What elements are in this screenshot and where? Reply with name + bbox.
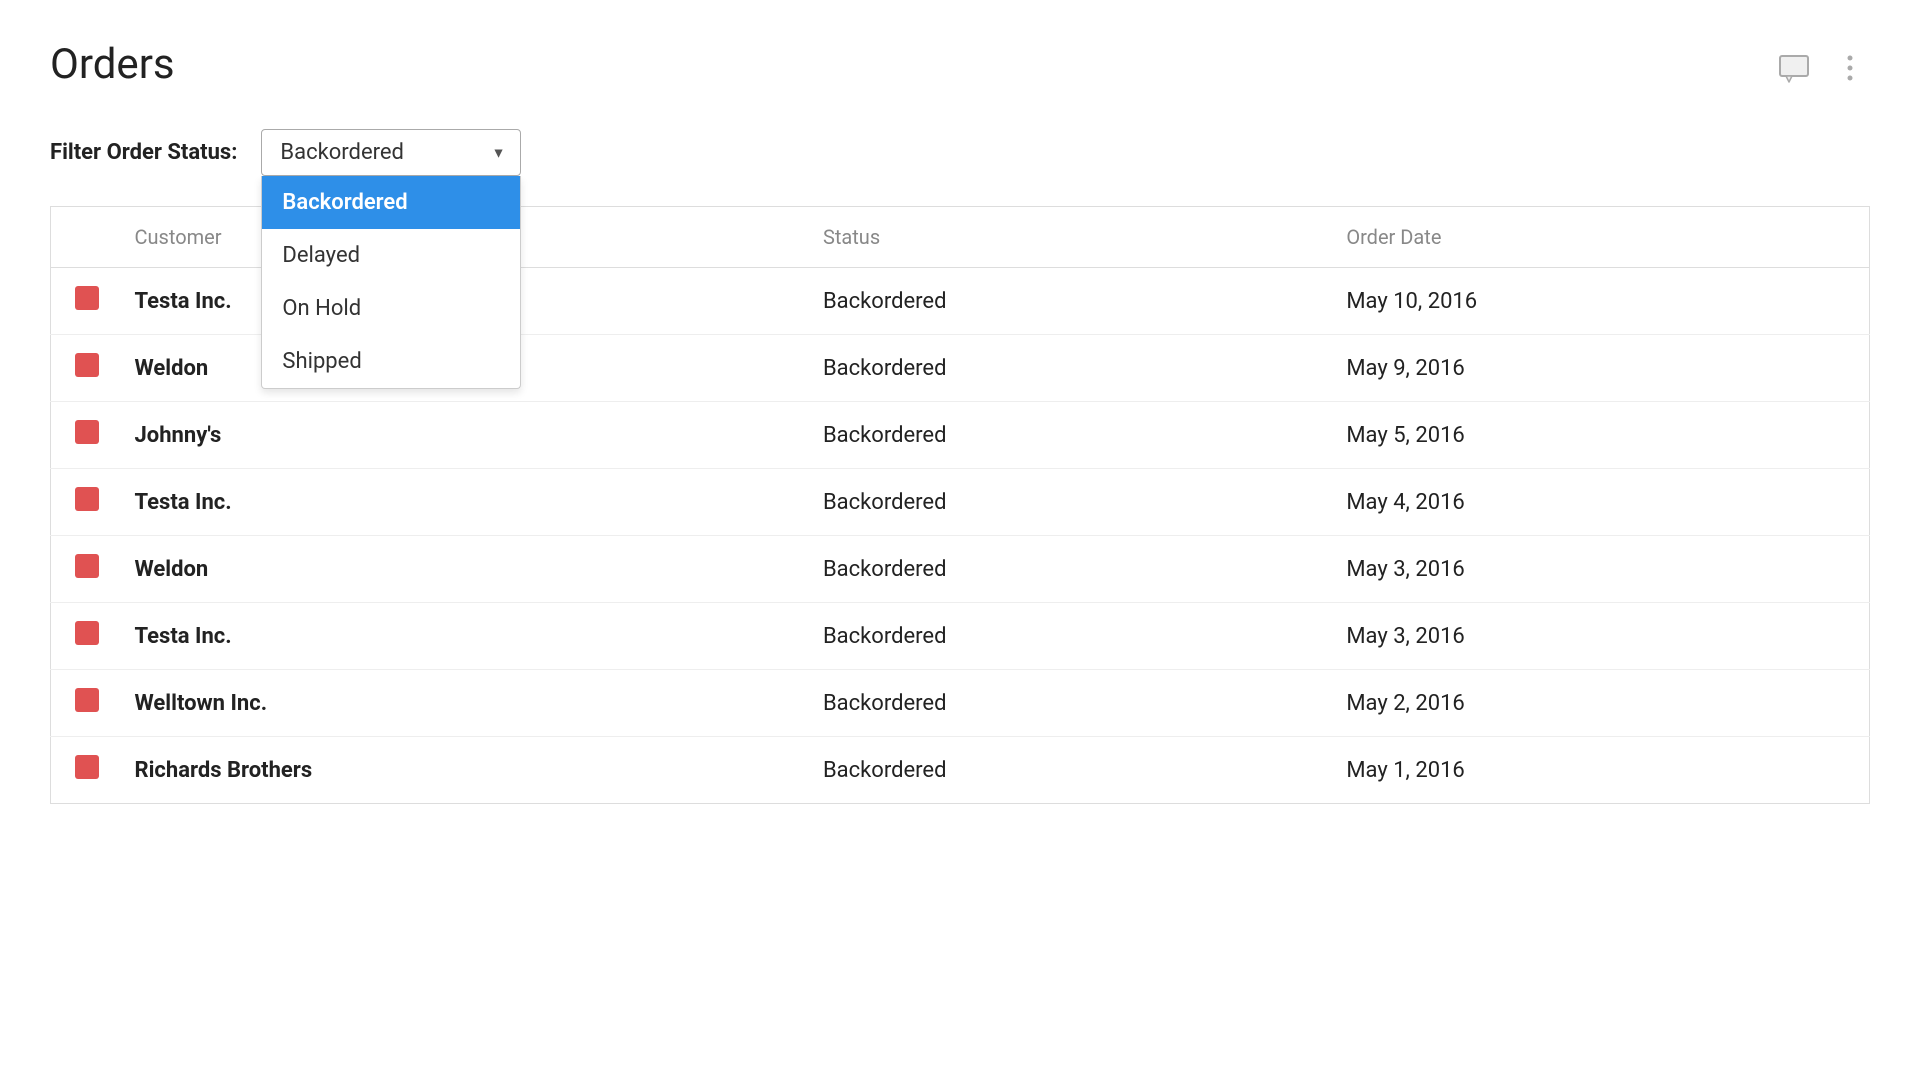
- dropdown-option-shipped[interactable]: Shipped: [262, 335, 520, 388]
- row-status-icon: [51, 670, 111, 737]
- dropdown-option-on-hold[interactable]: On Hold: [262, 282, 520, 335]
- row-order-date: May 3, 2016: [1322, 536, 1869, 603]
- page-title: Orders: [50, 40, 175, 89]
- row-status-icon: [51, 335, 111, 402]
- row-customer: Johnny's: [111, 402, 799, 469]
- table-row: Testa Inc.BackorderedMay 4, 2016: [51, 469, 1870, 536]
- filter-label: Filter Order Status:: [50, 140, 237, 165]
- row-status: Backordered: [799, 469, 1322, 536]
- row-status: Backordered: [799, 670, 1322, 737]
- table-row: Johnny'sBackorderedMay 5, 2016: [51, 402, 1870, 469]
- row-status-icon: [51, 469, 111, 536]
- table-row: Testa Inc.BackorderedMay 3, 2016: [51, 603, 1870, 670]
- filter-selected-value: Backordered: [280, 140, 404, 165]
- row-status: Backordered: [799, 402, 1322, 469]
- row-order-date: May 4, 2016: [1322, 469, 1869, 536]
- row-status: Backordered: [799, 737, 1322, 804]
- row-order-date: May 5, 2016: [1322, 402, 1869, 469]
- filter-dropdown-trigger[interactable]: Backordered ▼: [261, 129, 521, 176]
- row-status: Backordered: [799, 603, 1322, 670]
- more-options-icon[interactable]: [1830, 48, 1870, 88]
- col-header-icon: [51, 207, 111, 268]
- row-status-icon: [51, 402, 111, 469]
- row-order-date: May 3, 2016: [1322, 603, 1869, 670]
- row-status-icon: [51, 603, 111, 670]
- row-order-date: May 9, 2016: [1322, 335, 1869, 402]
- table-row: Welltown Inc.BackorderedMay 2, 2016: [51, 670, 1870, 737]
- table-row: Richards BrothersBackorderedMay 1, 2016: [51, 737, 1870, 804]
- row-status-icon: [51, 536, 111, 603]
- comment-icon[interactable]: [1774, 48, 1814, 88]
- table-row: WeldonBackorderedMay 3, 2016: [51, 536, 1870, 603]
- dropdown-arrow-icon: ▼: [492, 144, 506, 161]
- row-customer: Welltown Inc.: [111, 670, 799, 737]
- row-order-date: May 2, 2016: [1322, 670, 1869, 737]
- row-status: Backordered: [799, 335, 1322, 402]
- row-customer: Testa Inc.: [111, 469, 799, 536]
- filter-row: Filter Order Status: Backordered ▼ Backo…: [50, 129, 1870, 176]
- row-status: Backordered: [799, 268, 1322, 335]
- row-customer: Richards Brothers: [111, 737, 799, 804]
- col-header-status: Status: [799, 207, 1322, 268]
- page-header: Orders: [50, 40, 1870, 89]
- col-header-order-date: Order Date: [1322, 207, 1869, 268]
- header-actions: [1774, 48, 1870, 88]
- row-customer: Weldon: [111, 536, 799, 603]
- row-status: Backordered: [799, 536, 1322, 603]
- row-order-date: May 10, 2016: [1322, 268, 1869, 335]
- row-status-icon: [51, 737, 111, 804]
- dropdown-option-delayed[interactable]: Delayed: [262, 229, 520, 282]
- row-status-icon: [51, 268, 111, 335]
- dropdown-option-backordered[interactable]: Backordered: [262, 176, 520, 229]
- filter-dropdown-wrapper: Backordered ▼ BackorderedDelayedOn HoldS…: [261, 129, 521, 176]
- row-order-date: May 1, 2016: [1322, 737, 1869, 804]
- row-customer: Testa Inc.: [111, 603, 799, 670]
- filter-dropdown-menu: BackorderedDelayedOn HoldShipped: [261, 176, 521, 389]
